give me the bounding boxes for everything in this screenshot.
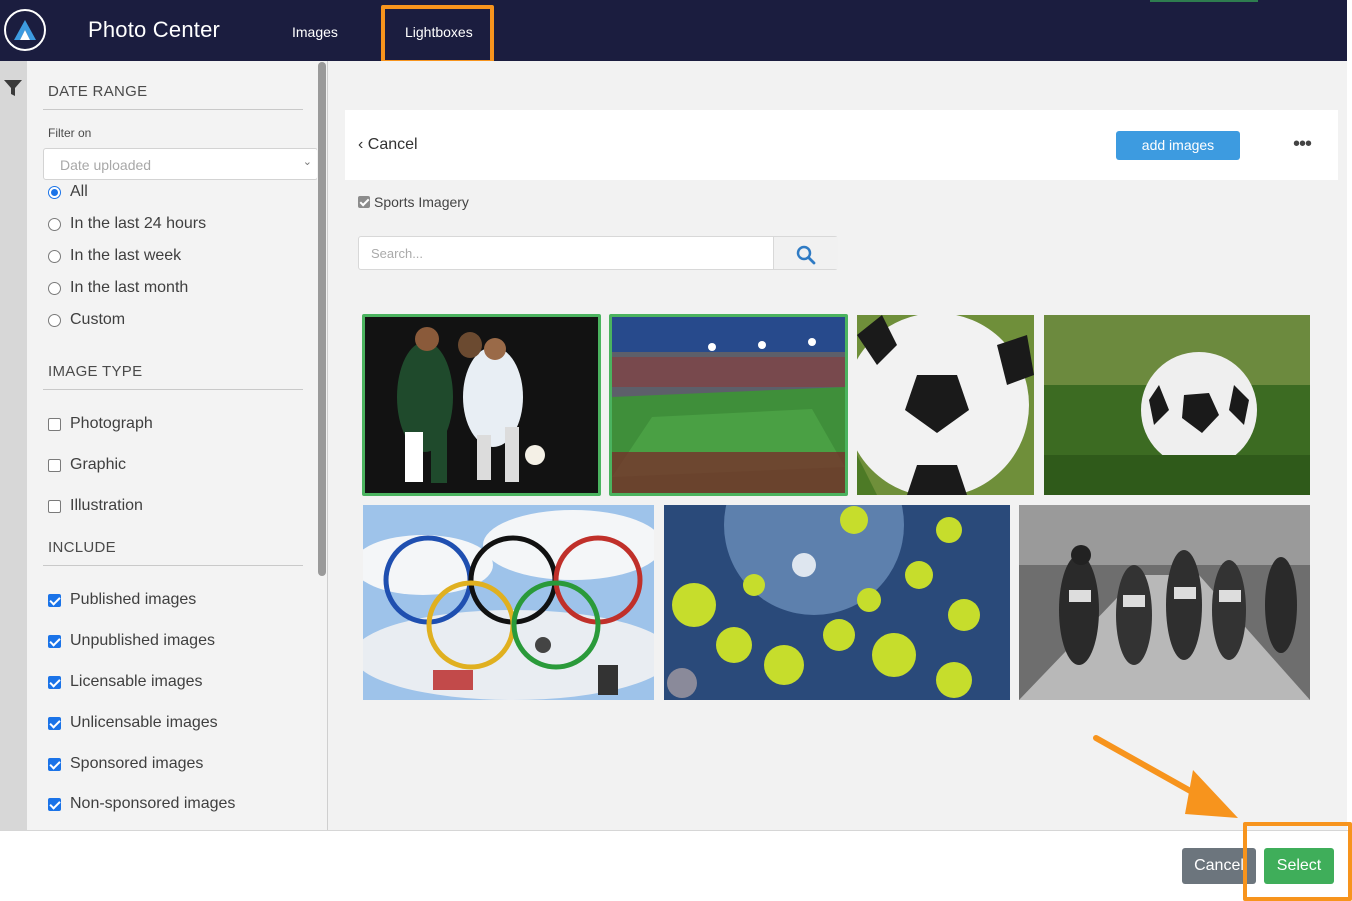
search-bar: [358, 236, 838, 270]
filter-panel-toggle[interactable]: [0, 61, 27, 830]
image-type-label: Graphic: [70, 456, 127, 473]
include-non-sponsored[interactable]: Non-sponsored images: [48, 795, 235, 813]
logo-icon[interactable]: [4, 9, 46, 51]
dialog-footer: [0, 830, 1352, 901]
radio-button[interactable]: [48, 217, 61, 231]
divider: [43, 109, 303, 110]
image-type-photograph[interactable]: Photograph: [48, 415, 153, 433]
image-type-label: Illustration: [70, 497, 143, 514]
filter-sidebar: DATE RANGE Filter on Date uploaded ⌄ All…: [27, 61, 317, 830]
checkbox[interactable]: [48, 757, 61, 771]
image-tile-stadium[interactable]: [609, 314, 848, 496]
radio-button[interactable]: [48, 281, 61, 295]
radio-button[interactable]: [48, 249, 61, 263]
search-input[interactable]: [359, 237, 773, 269]
image-type-label: Photograph: [70, 415, 153, 432]
checkbox[interactable]: [48, 716, 61, 730]
checkbox[interactable]: [48, 499, 61, 513]
include-label: Non-sponsored images: [70, 795, 236, 812]
date-option-label: In the last month: [70, 279, 189, 296]
date-range-title: DATE RANGE: [48, 83, 148, 100]
sidebar-scrollbar-thumb[interactable]: [318, 62, 326, 576]
sprinters-image: [1019, 505, 1310, 700]
top-nav-bar: Photo Center Images Lightboxes: [0, 0, 1347, 61]
radio-button[interactable]: [48, 313, 61, 327]
more-options-icon[interactable]: •••: [1293, 134, 1312, 154]
checkbox[interactable]: [48, 458, 61, 472]
lightbox-checkbox-row[interactable]: Sports Imagery: [358, 194, 469, 210]
filter-icon: [4, 80, 22, 96]
include-published[interactable]: Published images: [48, 591, 196, 609]
soccer-ball-grass-image: [1044, 315, 1310, 495]
checkbox[interactable]: [48, 417, 61, 431]
soccer-ball-closeup-image: [857, 315, 1034, 495]
image-tile-soccer-ball-grass[interactable]: [1044, 315, 1310, 495]
lightbox-toolbar: ‹ Cancel add images •••: [345, 110, 1338, 180]
search-button[interactable]: [773, 237, 838, 269]
image-type-illustration[interactable]: Illustration: [48, 497, 143, 515]
checkbox[interactable]: [48, 593, 61, 607]
include-unlicensable[interactable]: Unlicensable images: [48, 714, 218, 732]
divider: [43, 565, 303, 566]
include-label: Unpublished images: [70, 632, 215, 649]
image-tile-soccer-players[interactable]: [362, 314, 601, 496]
chevron-left-icon: ‹: [358, 136, 364, 153]
lightboxes-highlight-box: [381, 5, 494, 64]
date-filter-select[interactable]: Date uploaded ⌄: [43, 148, 317, 180]
date-option-custom[interactable]: Custom: [48, 311, 125, 329]
search-icon: [796, 245, 816, 265]
stadium-image: [612, 317, 845, 493]
include-licensable[interactable]: Licensable images: [48, 673, 203, 691]
date-option-label: All: [70, 183, 88, 200]
cancel-link[interactable]: ‹ Cancel: [358, 136, 418, 154]
chevron-down-icon: ⌄: [302, 156, 312, 168]
cancel-link-label: Cancel: [367, 136, 418, 153]
date-option-label: In the last 24 hours: [70, 215, 207, 232]
tennis-balls-image: [664, 505, 1010, 700]
date-option-24h[interactable]: In the last 24 hours: [48, 215, 206, 233]
lightbox-main-panel: ‹ Cancel add images ••• Sports Imagery: [328, 61, 1347, 830]
image-tile-olympic-rings[interactable]: [363, 505, 654, 700]
include-label: Licensable images: [70, 673, 203, 690]
date-option-month[interactable]: In the last month: [48, 279, 188, 297]
include-unpublished[interactable]: Unpublished images: [48, 632, 215, 650]
top-accent-strip: [1150, 0, 1258, 2]
radio-button[interactable]: [48, 185, 61, 199]
include-title: INCLUDE: [48, 539, 116, 556]
image-type-title: IMAGE TYPE: [48, 363, 143, 380]
date-filter-select-value: Date uploaded: [60, 157, 152, 173]
date-option-label: Custom: [70, 311, 126, 328]
image-type-graphic[interactable]: Graphic: [48, 456, 126, 474]
lightbox-name: Sports Imagery: [374, 194, 469, 210]
include-label: Published images: [70, 591, 197, 608]
add-images-button[interactable]: add images: [1116, 131, 1240, 160]
include-label: Unlicensable images: [70, 714, 218, 731]
checkbox[interactable]: [48, 797, 61, 811]
app-title: Photo Center: [88, 17, 221, 42]
divider: [43, 389, 303, 390]
filter-on-label: Filter on: [48, 126, 92, 140]
image-tile-tennis-balls[interactable]: [664, 505, 1010, 700]
select-highlight-box: [1243, 822, 1352, 901]
include-sponsored[interactable]: Sponsored images: [48, 755, 203, 773]
checkbox[interactable]: [48, 675, 61, 689]
include-label: Sponsored images: [70, 755, 204, 772]
image-tile-sprinters[interactable]: [1019, 505, 1310, 700]
olympic-rings-image: [363, 505, 654, 700]
annotation-arrow-icon: [1093, 735, 1238, 818]
nav-images-link[interactable]: Images: [292, 24, 338, 40]
checkbox[interactable]: [48, 634, 61, 648]
soccer-players-image: [365, 317, 598, 493]
date-option-label: In the last week: [70, 247, 182, 264]
date-option-week[interactable]: In the last week: [48, 247, 181, 265]
lightbox-checkbox[interactable]: [358, 196, 370, 208]
date-option-all[interactable]: All: [48, 183, 88, 201]
image-tile-soccer-ball-closeup[interactable]: [857, 315, 1034, 495]
